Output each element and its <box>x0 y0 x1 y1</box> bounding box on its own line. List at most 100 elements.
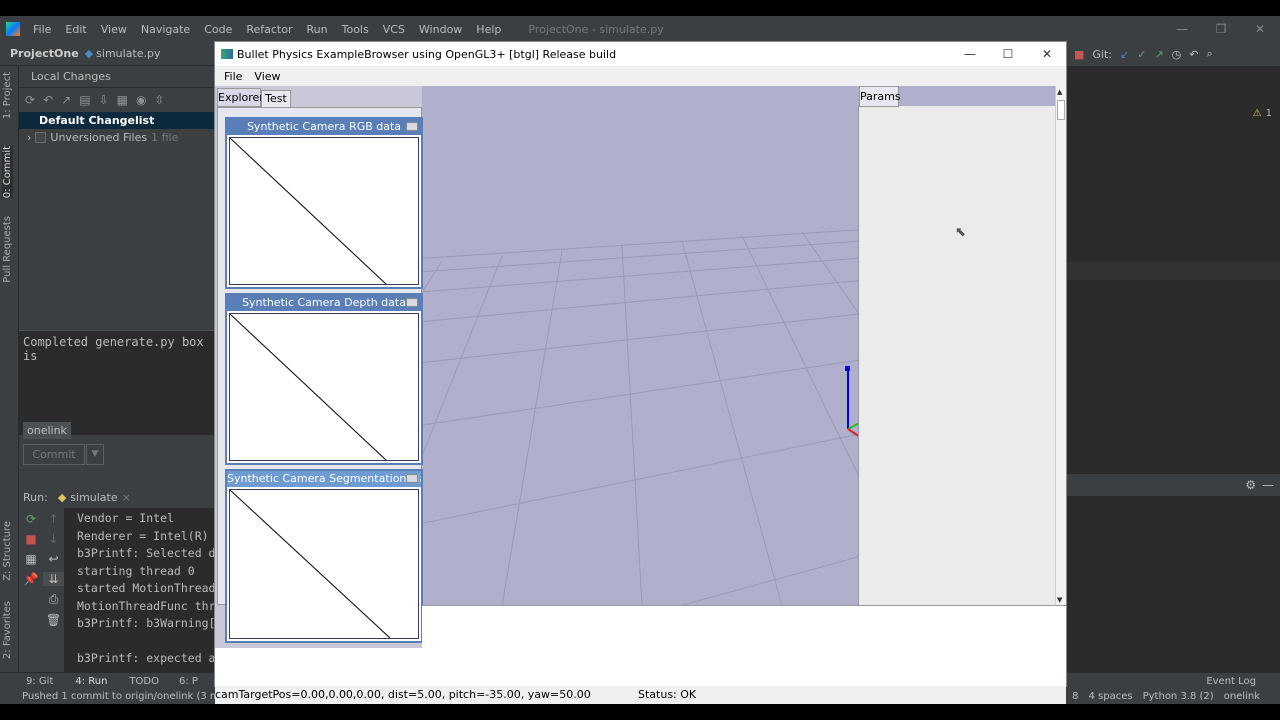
camera-rgb-placeholder <box>229 137 387 285</box>
layout-icon[interactable]: ▦ <box>19 552 43 566</box>
status-branch[interactable]: onelink <box>1224 691 1260 702</box>
tab-pull-requests[interactable]: Pull Requests <box>2 216 13 283</box>
commit-header[interactable]: Local Changes <box>19 66 214 88</box>
bullet-minimize-icon[interactable]: — <box>951 42 989 66</box>
git-commit-icon[interactable]: ✓ <box>1137 48 1146 61</box>
camera-depth-window[interactable]: Synthetic Camera Depth data <box>225 293 423 465</box>
tab-test[interactable]: Test <box>261 90 291 108</box>
camera-status: camTargetPos=0.00,0.00,0.00, dist=5.00, … <box>215 688 591 701</box>
run-tab-simulate[interactable]: simulate <box>70 491 117 504</box>
group-icon[interactable]: ▦ <box>117 93 128 107</box>
menu-tools[interactable]: Tools <box>342 23 369 36</box>
tab-run[interactable]: 4: Run <box>75 676 107 687</box>
hide-panel-icon[interactable]: — <box>1262 478 1274 492</box>
eye-icon[interactable]: ◉ <box>136 93 146 107</box>
menu-navigate[interactable]: Navigate <box>141 23 190 36</box>
rollback-icon[interactable]: ↶ <box>43 93 53 107</box>
event-log[interactable]: Event Log <box>1206 676 1256 687</box>
tab-structure[interactable]: Z: Structure <box>2 521 13 581</box>
tab-commit[interactable]: 0: Commit <box>2 146 13 199</box>
camera-seg-minimize-icon[interactable] <box>406 474 418 483</box>
menu-window[interactable]: Window <box>419 23 462 36</box>
search-icon[interactable]: ⌕ <box>1207 47 1213 61</box>
tab-project[interactable]: 1: Project <box>2 72 13 119</box>
camera-rgb-window[interactable]: Synthetic Camera RGB data <box>225 117 423 289</box>
commit-message-field[interactable]: Completed generate.py box is <box>19 330 214 435</box>
bullet-menu-file[interactable]: File <box>224 70 242 83</box>
left-tool-strip: 1: Project 0: Commit Pull Requests Z: St… <box>0 66 19 676</box>
pin-icon[interactable]: 📌 <box>19 572 43 586</box>
menu-vcs[interactable]: VCS <box>383 23 405 36</box>
ide-minimize-icon[interactable]: — <box>1162 16 1202 42</box>
status-interpreter[interactable]: Python 3.8 (2) <box>1143 691 1214 702</box>
chevron-right-icon[interactable]: › <box>27 129 31 146</box>
download-icon[interactable]: ⇩ <box>99 93 109 107</box>
status-line-col[interactable]: 8 <box>1072 691 1078 702</box>
default-changelist[interactable]: Default Changelist <box>19 112 214 129</box>
trash-icon[interactable]: 🗑 <box>43 613 64 627</box>
camera-seg-window[interactable]: Synthetic Camera Segmentation Mask <box>225 469 423 643</box>
git-update-icon[interactable]: ↙ <box>1120 48 1129 61</box>
tab-explorer[interactable]: Explorer <box>217 88 264 107</box>
menu-code[interactable]: Code <box>204 23 232 36</box>
tab-params[interactable]: Params <box>859 86 901 107</box>
scroll-end-icon[interactable]: ⇊ <box>43 572 64 586</box>
camera-depth-placeholder <box>229 313 387 461</box>
bullet-window: Bullet Physics ExampleBrowser using Open… <box>214 41 1067 704</box>
ide-close-icon[interactable]: ✕ <box>1240 16 1280 42</box>
status-indent[interactable]: 4 spaces <box>1089 691 1133 702</box>
stop-icon[interactable]: ■ <box>19 532 43 546</box>
bullet-close-icon[interactable]: ✕ <box>1028 42 1066 66</box>
wrap-icon[interactable]: ↩ <box>43 552 64 566</box>
menu-refactor[interactable]: Refactor <box>246 23 292 36</box>
menu-run[interactable]: Run <box>307 23 328 36</box>
git-push-icon[interactable]: ↗ <box>1154 48 1163 61</box>
up-icon[interactable]: ↑ <box>43 512 64 526</box>
expand-icon[interactable]: ⇳ <box>154 93 164 107</box>
menu-view[interactable]: View <box>101 23 127 36</box>
bullet-titlebar: Bullet Physics ExampleBrowser using Open… <box>215 42 1066 66</box>
settings-gear-icon[interactable]: ⚙ <box>1245 478 1256 492</box>
tab-favorites[interactable]: 2: Favorites <box>2 601 13 659</box>
move-icon[interactable]: ↗ <box>61 93 71 107</box>
menu-help[interactable]: Help <box>476 23 501 36</box>
warning-icon[interactable]: ⚠ <box>1253 108 1262 119</box>
print-icon[interactable]: ⎙ <box>43 592 64 607</box>
tab-git[interactable]: 9: Git <box>26 676 53 687</box>
camera-seg-title[interactable]: Synthetic Camera Segmentation Mask <box>227 471 421 487</box>
camera-seg-placeholder <box>229 489 391 639</box>
run-console[interactable]: Vendor = Intel Renderer = Intel(R) U b3Pri… <box>65 508 214 676</box>
ide-window-title: ProjectOne - simulate.py <box>528 22 664 36</box>
rerun-icon[interactable]: ⟳ <box>19 512 43 526</box>
scroll-up-icon[interactable]: ▲ <box>1057 88 1062 96</box>
stop-toolbar-icon[interactable]: ■ <box>1074 48 1084 61</box>
diff-icon[interactable]: ▤ <box>79 93 90 107</box>
menu-edit[interactable]: Edit <box>65 23 86 36</box>
camera-depth-minimize-icon[interactable] <box>406 298 418 307</box>
commit-dropdown-icon[interactable]: ▼ <box>86 444 104 465</box>
camera-rgb-title[interactable]: Synthetic Camera RGB data <box>227 119 421 135</box>
camera-depth-title[interactable]: Synthetic Camera Depth data <box>227 295 421 311</box>
close-run-tab-icon[interactable]: × <box>122 491 131 504</box>
camera-rgb-minimize-icon[interactable] <box>406 122 418 131</box>
breadcrumb-project[interactable]: ProjectOne <box>10 47 79 60</box>
params-scrollbar[interactable]: ▲ ▼ <box>1055 86 1066 605</box>
bullet-menu-view[interactable]: View <box>254 70 280 83</box>
commit-button[interactable]: Commit <box>23 444 85 465</box>
history-icon[interactable]: ◷ <box>1172 48 1182 61</box>
revert-icon[interactable]: ↶ <box>1189 48 1198 61</box>
ide-restore-icon[interactable]: ❐ <box>1201 16 1241 42</box>
refresh-icon[interactable]: ⟳ <box>25 93 35 107</box>
pycharm-logo-icon <box>6 22 20 36</box>
scroll-down-icon[interactable]: ▼ <box>1057 596 1062 604</box>
bullet-maximize-icon[interactable]: ☐ <box>989 42 1027 66</box>
tab-todo[interactable]: TODO <box>129 676 159 687</box>
down-icon[interactable]: ↓ <box>43 532 64 546</box>
menu-file[interactable]: File <box>33 23 51 36</box>
breadcrumb-file[interactable]: simulate.py <box>96 47 160 60</box>
status-ok: Status: OK <box>638 688 697 701</box>
tab-problems[interactable]: 6: P <box>179 676 198 687</box>
scroll-thumb[interactable] <box>1057 100 1065 120</box>
unversioned-checkbox[interactable] <box>35 132 47 143</box>
unversioned-files-row[interactable]: › Unversioned Files 1 file <box>19 129 214 146</box>
